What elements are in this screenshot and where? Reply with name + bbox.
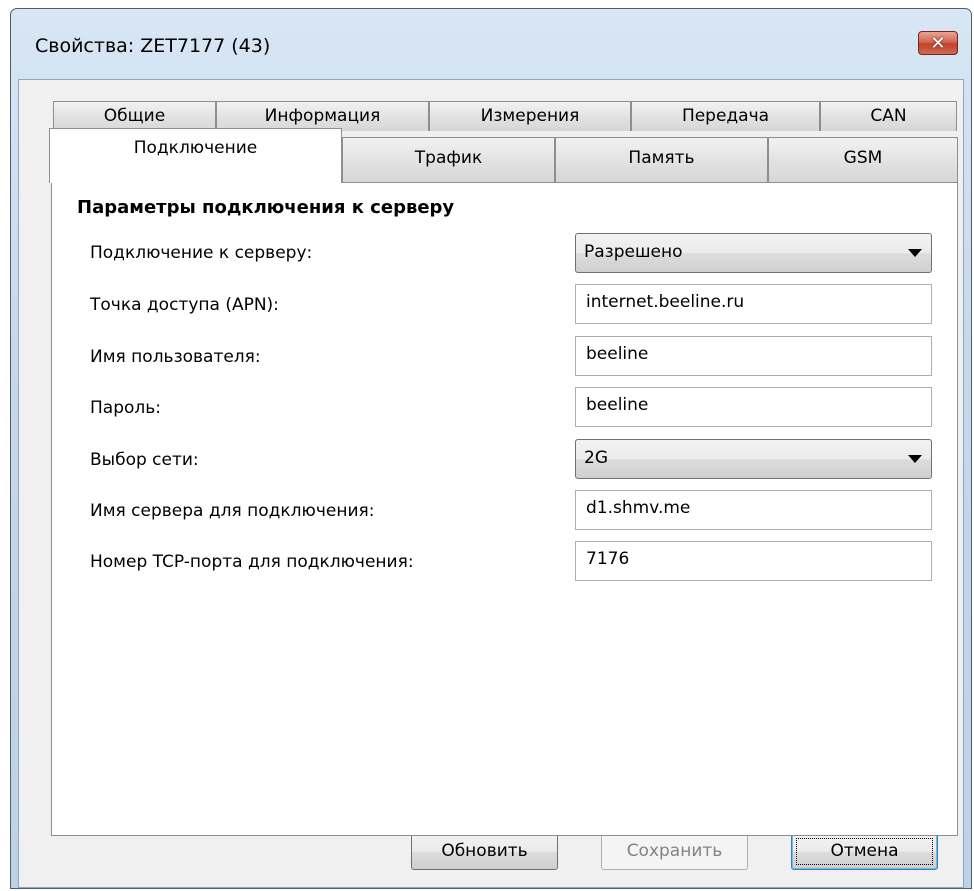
tab-transfer[interactable]: Передача — [631, 101, 820, 131]
tab-measurements[interactable]: Измерения — [429, 101, 631, 131]
focus-rectangle — [796, 838, 933, 865]
network-select-dropdown[interactable]: 2G — [575, 439, 932, 479]
chevron-down-icon — [908, 455, 922, 463]
server-connection-value: Разрешено — [584, 242, 683, 262]
username-input[interactable]: beeline — [575, 336, 932, 376]
cancel-button[interactable]: Отмена — [791, 833, 938, 870]
title-bar[interactable]: Свойства: ZET7177 (43) ✕ — [11, 9, 971, 79]
network-select-label: Выбор сети: — [90, 450, 199, 470]
chevron-down-icon — [908, 249, 922, 257]
tab-gsm[interactable]: GSM — [768, 137, 958, 182]
network-select-value: 2G — [584, 448, 608, 468]
password-label: Пароль: — [90, 398, 162, 418]
dialog-client-area: Общие Информация Измерения Передача CAN … — [18, 79, 964, 888]
apn-label: Точка доступа (APN): — [90, 295, 279, 315]
server-connection-label: Подключение к серверу: — [90, 243, 313, 263]
properties-dialog: Свойства: ZET7177 (43) ✕ Общие Информаци… — [10, 8, 972, 889]
server-name-input[interactable]: d1.shmv.me — [575, 490, 932, 530]
refresh-button[interactable]: Обновить — [411, 833, 558, 870]
tcp-port-label: Номер TCP-порта для подключения: — [90, 552, 414, 572]
username-label: Имя пользователя: — [90, 347, 261, 367]
tcp-port-input[interactable]: 7176 — [575, 541, 932, 581]
section-title: Параметры подключения к серверу — [77, 197, 455, 218]
close-icon: ✕ — [930, 32, 946, 54]
tab-general[interactable]: Общие — [53, 101, 216, 131]
connection-settings-panel: Параметры подключения к серверу Подключе… — [51, 182, 958, 836]
tab-can[interactable]: CAN — [820, 101, 957, 131]
tab-information[interactable]: Информация — [216, 101, 429, 131]
tab-memory[interactable]: Память — [555, 137, 768, 182]
close-button[interactable]: ✕ — [918, 31, 958, 55]
server-name-label: Имя сервера для подключения: — [90, 501, 375, 521]
tab-traffic[interactable]: Трафик — [342, 137, 555, 182]
window-title: Свойства: ZET7177 (43) — [35, 35, 271, 57]
apn-input[interactable]: internet.beeline.ru — [575, 284, 932, 324]
save-button[interactable]: Сохранить — [601, 833, 748, 870]
password-input[interactable]: beeline — [575, 387, 932, 427]
server-connection-dropdown[interactable]: Разрешено — [575, 233, 932, 273]
tab-connection[interactable]: Подключение — [49, 128, 342, 183]
